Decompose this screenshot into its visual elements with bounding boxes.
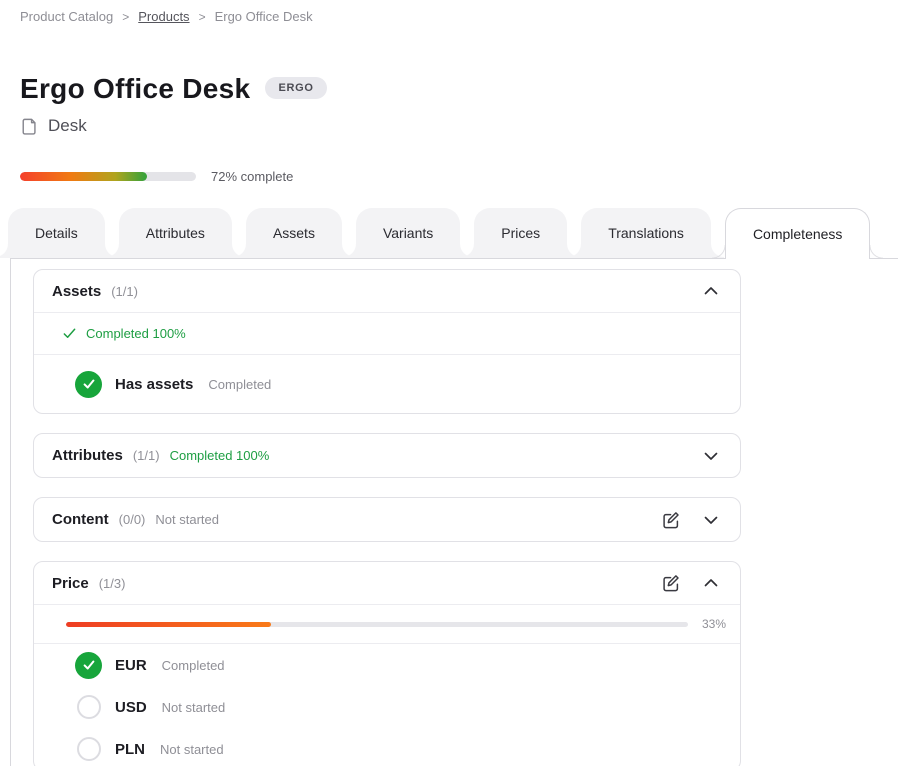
completed-check-icon bbox=[75, 652, 102, 679]
item-label: EUR bbox=[115, 657, 147, 674]
tab-details[interactable]: Details bbox=[8, 208, 105, 258]
edit-icon bbox=[661, 573, 681, 593]
tab-bar: Details Attributes Assets Variants Price… bbox=[0, 208, 898, 258]
completeness-item-eur: EUR Completed bbox=[34, 644, 740, 686]
section-count: (1/3) bbox=[99, 576, 126, 591]
section-summary-label: Completed 100% bbox=[86, 326, 186, 341]
item-label: PLN bbox=[115, 741, 145, 758]
page-header: Ergo Office Desk ERGO bbox=[20, 74, 898, 103]
completeness-section-content: Content (0/0) Not started bbox=[33, 497, 741, 542]
edit-button[interactable] bbox=[661, 510, 681, 530]
completeness-tab-content: Assets (1/1) Completed 100% Has assets C… bbox=[10, 258, 898, 766]
tab-variants[interactable]: Variants bbox=[356, 208, 460, 258]
section-header-price[interactable]: Price (1/3) bbox=[34, 562, 740, 605]
collapse-button[interactable] bbox=[700, 280, 722, 302]
collapse-button[interactable] bbox=[700, 572, 722, 594]
edit-button[interactable] bbox=[661, 573, 681, 593]
price-progress-row: 33% bbox=[34, 605, 740, 644]
breadcrumb-separator: > bbox=[199, 10, 206, 24]
section-header-attributes[interactable]: Attributes (1/1) Completed 100% bbox=[34, 434, 740, 477]
tab-attributes[interactable]: Attributes bbox=[119, 208, 232, 258]
tab-completeness[interactable]: Completeness bbox=[725, 208, 871, 259]
tab-assets[interactable]: Assets bbox=[246, 208, 342, 258]
section-header-content[interactable]: Content (0/0) Not started bbox=[34, 498, 740, 541]
completeness-progress-bar bbox=[20, 172, 196, 181]
section-status: Not started bbox=[155, 512, 219, 527]
section-title: Content bbox=[52, 511, 109, 528]
item-status: Not started bbox=[160, 742, 224, 757]
breadcrumb-separator: > bbox=[122, 10, 129, 24]
document-icon bbox=[20, 117, 39, 136]
chevron-up-icon bbox=[700, 280, 722, 302]
completeness-progress-row: 72% complete bbox=[20, 169, 898, 184]
edit-icon bbox=[661, 510, 681, 530]
chevron-up-icon bbox=[700, 572, 722, 594]
chevron-down-icon bbox=[700, 445, 722, 467]
expand-button[interactable] bbox=[700, 445, 722, 467]
section-count: (0/0) bbox=[119, 512, 146, 527]
completeness-section-assets: Assets (1/1) Completed 100% Has assets C… bbox=[33, 269, 741, 414]
check-icon bbox=[62, 326, 77, 341]
item-label: Has assets bbox=[115, 376, 193, 393]
breadcrumb-item-current: Ergo Office Desk bbox=[215, 9, 313, 24]
completeness-progress-label: 72% complete bbox=[211, 169, 293, 184]
item-status: Completed bbox=[162, 658, 225, 673]
price-progress-label: 33% bbox=[702, 617, 726, 631]
completeness-section-attributes: Attributes (1/1) Completed 100% bbox=[33, 433, 741, 478]
sku-badge: ERGO bbox=[265, 77, 326, 99]
item-status: Not started bbox=[162, 700, 226, 715]
breadcrumb-item-products[interactable]: Products bbox=[138, 9, 189, 24]
completeness-item-pln: PLN Not started bbox=[34, 728, 740, 766]
breadcrumb: Product Catalog > Products > Ergo Office… bbox=[0, 0, 898, 24]
empty-circle-icon bbox=[77, 695, 101, 719]
section-header-assets[interactable]: Assets (1/1) bbox=[34, 270, 740, 313]
item-status: Completed bbox=[208, 377, 271, 392]
breadcrumb-item-catalog[interactable]: Product Catalog bbox=[20, 9, 113, 24]
expand-button[interactable] bbox=[700, 509, 722, 531]
section-count: (1/1) bbox=[133, 448, 160, 463]
completeness-section-price: Price (1/3) bbox=[33, 561, 741, 766]
family-label: Desk bbox=[48, 116, 87, 136]
section-title: Assets bbox=[52, 283, 101, 300]
section-summary-row: Completed 100% bbox=[34, 313, 740, 355]
tab-prices[interactable]: Prices bbox=[474, 208, 567, 258]
section-title: Price bbox=[52, 575, 89, 592]
item-label: USD bbox=[115, 699, 147, 716]
section-count: (1/1) bbox=[111, 284, 138, 299]
completeness-progress-fill bbox=[20, 172, 147, 181]
price-progress-bar bbox=[66, 622, 688, 627]
completeness-item-usd: USD Not started bbox=[34, 686, 740, 728]
section-title: Attributes bbox=[52, 447, 123, 464]
chevron-down-icon bbox=[700, 509, 722, 531]
section-status: Completed 100% bbox=[170, 448, 270, 463]
family-row: Desk bbox=[20, 116, 898, 136]
page-title: Ergo Office Desk bbox=[20, 74, 250, 103]
price-progress-fill bbox=[66, 622, 271, 627]
completeness-item-has-assets: Has assets Completed bbox=[34, 355, 740, 413]
completed-check-icon bbox=[75, 371, 102, 398]
tab-translations[interactable]: Translations bbox=[581, 208, 711, 258]
